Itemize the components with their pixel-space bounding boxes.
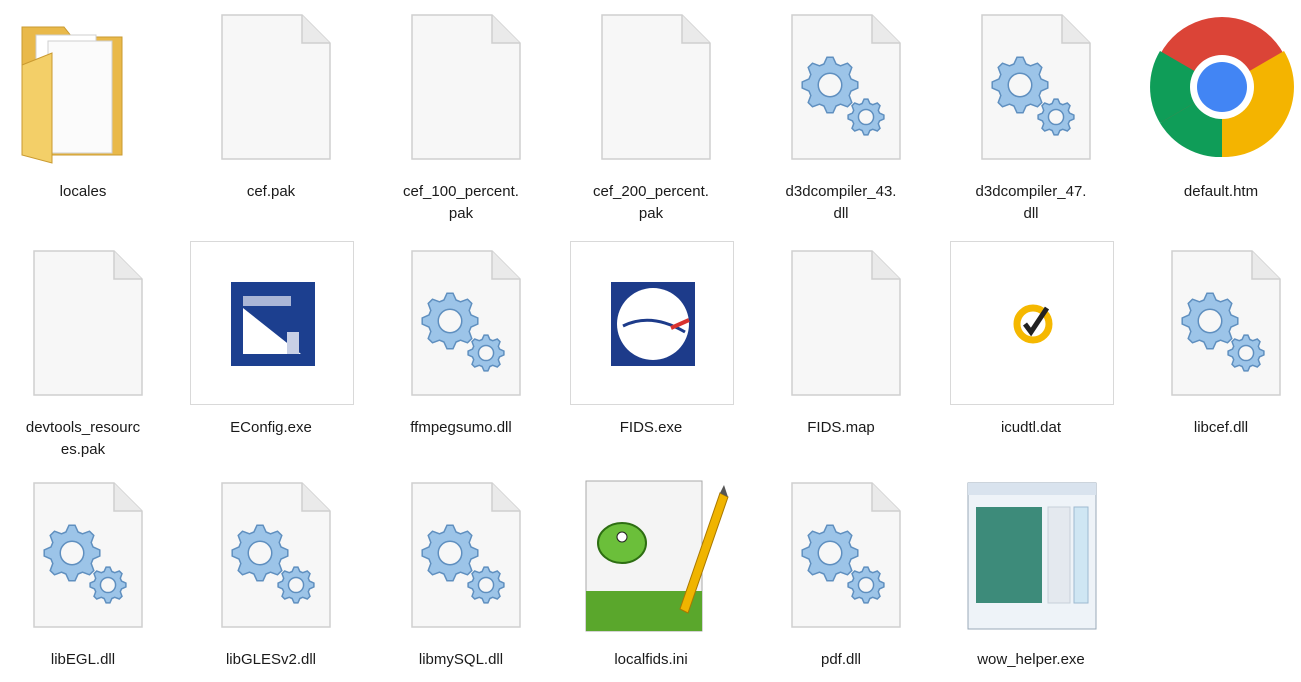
file-name-label: d3dcompiler_47. dll [975, 183, 1087, 222]
file-name-label: cef.pak [246, 183, 296, 200]
file-name-label: default.htm [1183, 183, 1259, 200]
file-name-label: d3dcompiler_43. dll [785, 183, 897, 222]
gear-file-icon [380, 241, 544, 405]
file-item[interactable]: locales [0, 4, 164, 214]
gear-file-icon [380, 473, 544, 637]
gear-file-icon [760, 5, 924, 169]
folder-icon [2, 5, 166, 169]
chrome-icon [1140, 5, 1301, 169]
file-item[interactable]: wow_helper.exe [948, 472, 1112, 682]
file-name-label: cef_100_percent. pak [403, 183, 519, 222]
edge-airport-app-icon [570, 241, 734, 405]
blank-file-icon [380, 5, 544, 169]
gear-file-icon [950, 5, 1114, 169]
file-item[interactable]: libcef.dll [1138, 240, 1301, 450]
explorer-file-view: { "files": [ {"name": "locales", "icon":… [0, 0, 1301, 668]
norton-check-icon [950, 241, 1114, 405]
file-item[interactable]: cef.pak [188, 4, 352, 214]
file-item[interactable]: Edge AirportFIDS.exe [568, 240, 734, 450]
blank-file-icon [570, 5, 734, 169]
file-item[interactable]: FIDS.map [758, 240, 922, 450]
notepad-plus-plus-icon [570, 473, 734, 637]
file-name-label: libcef.dll [1193, 419, 1249, 436]
file-name-label: icudtl.dat [1000, 419, 1062, 436]
file-item[interactable]: cef_100_percent. pak [378, 4, 544, 222]
file-name-label: EConfig.exe [230, 419, 312, 436]
gear-file-icon [1140, 241, 1301, 405]
file-item[interactable]: Notepad++localfids.ini [568, 472, 732, 682]
file-item[interactable]: icudtl.dat [948, 240, 1114, 450]
file-name-label: cef_200_percent. pak [593, 183, 709, 222]
blank-file-icon [760, 241, 924, 405]
file-name-label: ffmpegsumo.dll [410, 419, 512, 436]
file-name-label: devtools_resourc es.pak [25, 419, 141, 458]
file-item[interactable]: devtools_resourc es.pak [0, 240, 166, 458]
file-item[interactable]: d3dcompiler_43. dll [758, 4, 924, 222]
econfig-app-icon [190, 241, 354, 405]
window-app-icon [950, 473, 1114, 637]
gear-file-icon [190, 473, 354, 637]
file-name-label: FIDS.map [807, 419, 875, 436]
file-item[interactable]: libGLESv2.dll [188, 472, 352, 682]
gear-file-icon [760, 473, 924, 637]
file-name-label: libGLESv2.dll [225, 651, 317, 668]
file-item[interactable]: d3dcompiler_47. dll [948, 4, 1114, 222]
file-item[interactable]: pdf.dll [758, 472, 922, 682]
file-name-label: libEGL.dll [50, 651, 116, 668]
blank-file-icon [2, 241, 166, 405]
file-name-label: locales [59, 183, 107, 200]
file-item[interactable]: cef_200_percent. pak [568, 4, 734, 222]
file-item[interactable]: ffmpegsumo.dll [378, 240, 542, 450]
file-item[interactable]: default.htm [1138, 4, 1301, 214]
file-name-label: wow_helper.exe [977, 651, 1085, 668]
file-name-label: localfids.ini [614, 651, 688, 668]
file-item[interactable]: EConfig.exe [188, 240, 354, 450]
file-name-label: pdf.dll [820, 651, 862, 668]
file-item[interactable]: libEGL.dll [0, 472, 164, 682]
gear-file-icon [2, 473, 166, 637]
file-name-label: FIDS.exe [619, 419, 683, 436]
file-name-label: libmySQL.dll [418, 651, 504, 668]
file-item[interactable]: libmySQL.dll [378, 472, 542, 682]
blank-file-icon [190, 5, 354, 169]
